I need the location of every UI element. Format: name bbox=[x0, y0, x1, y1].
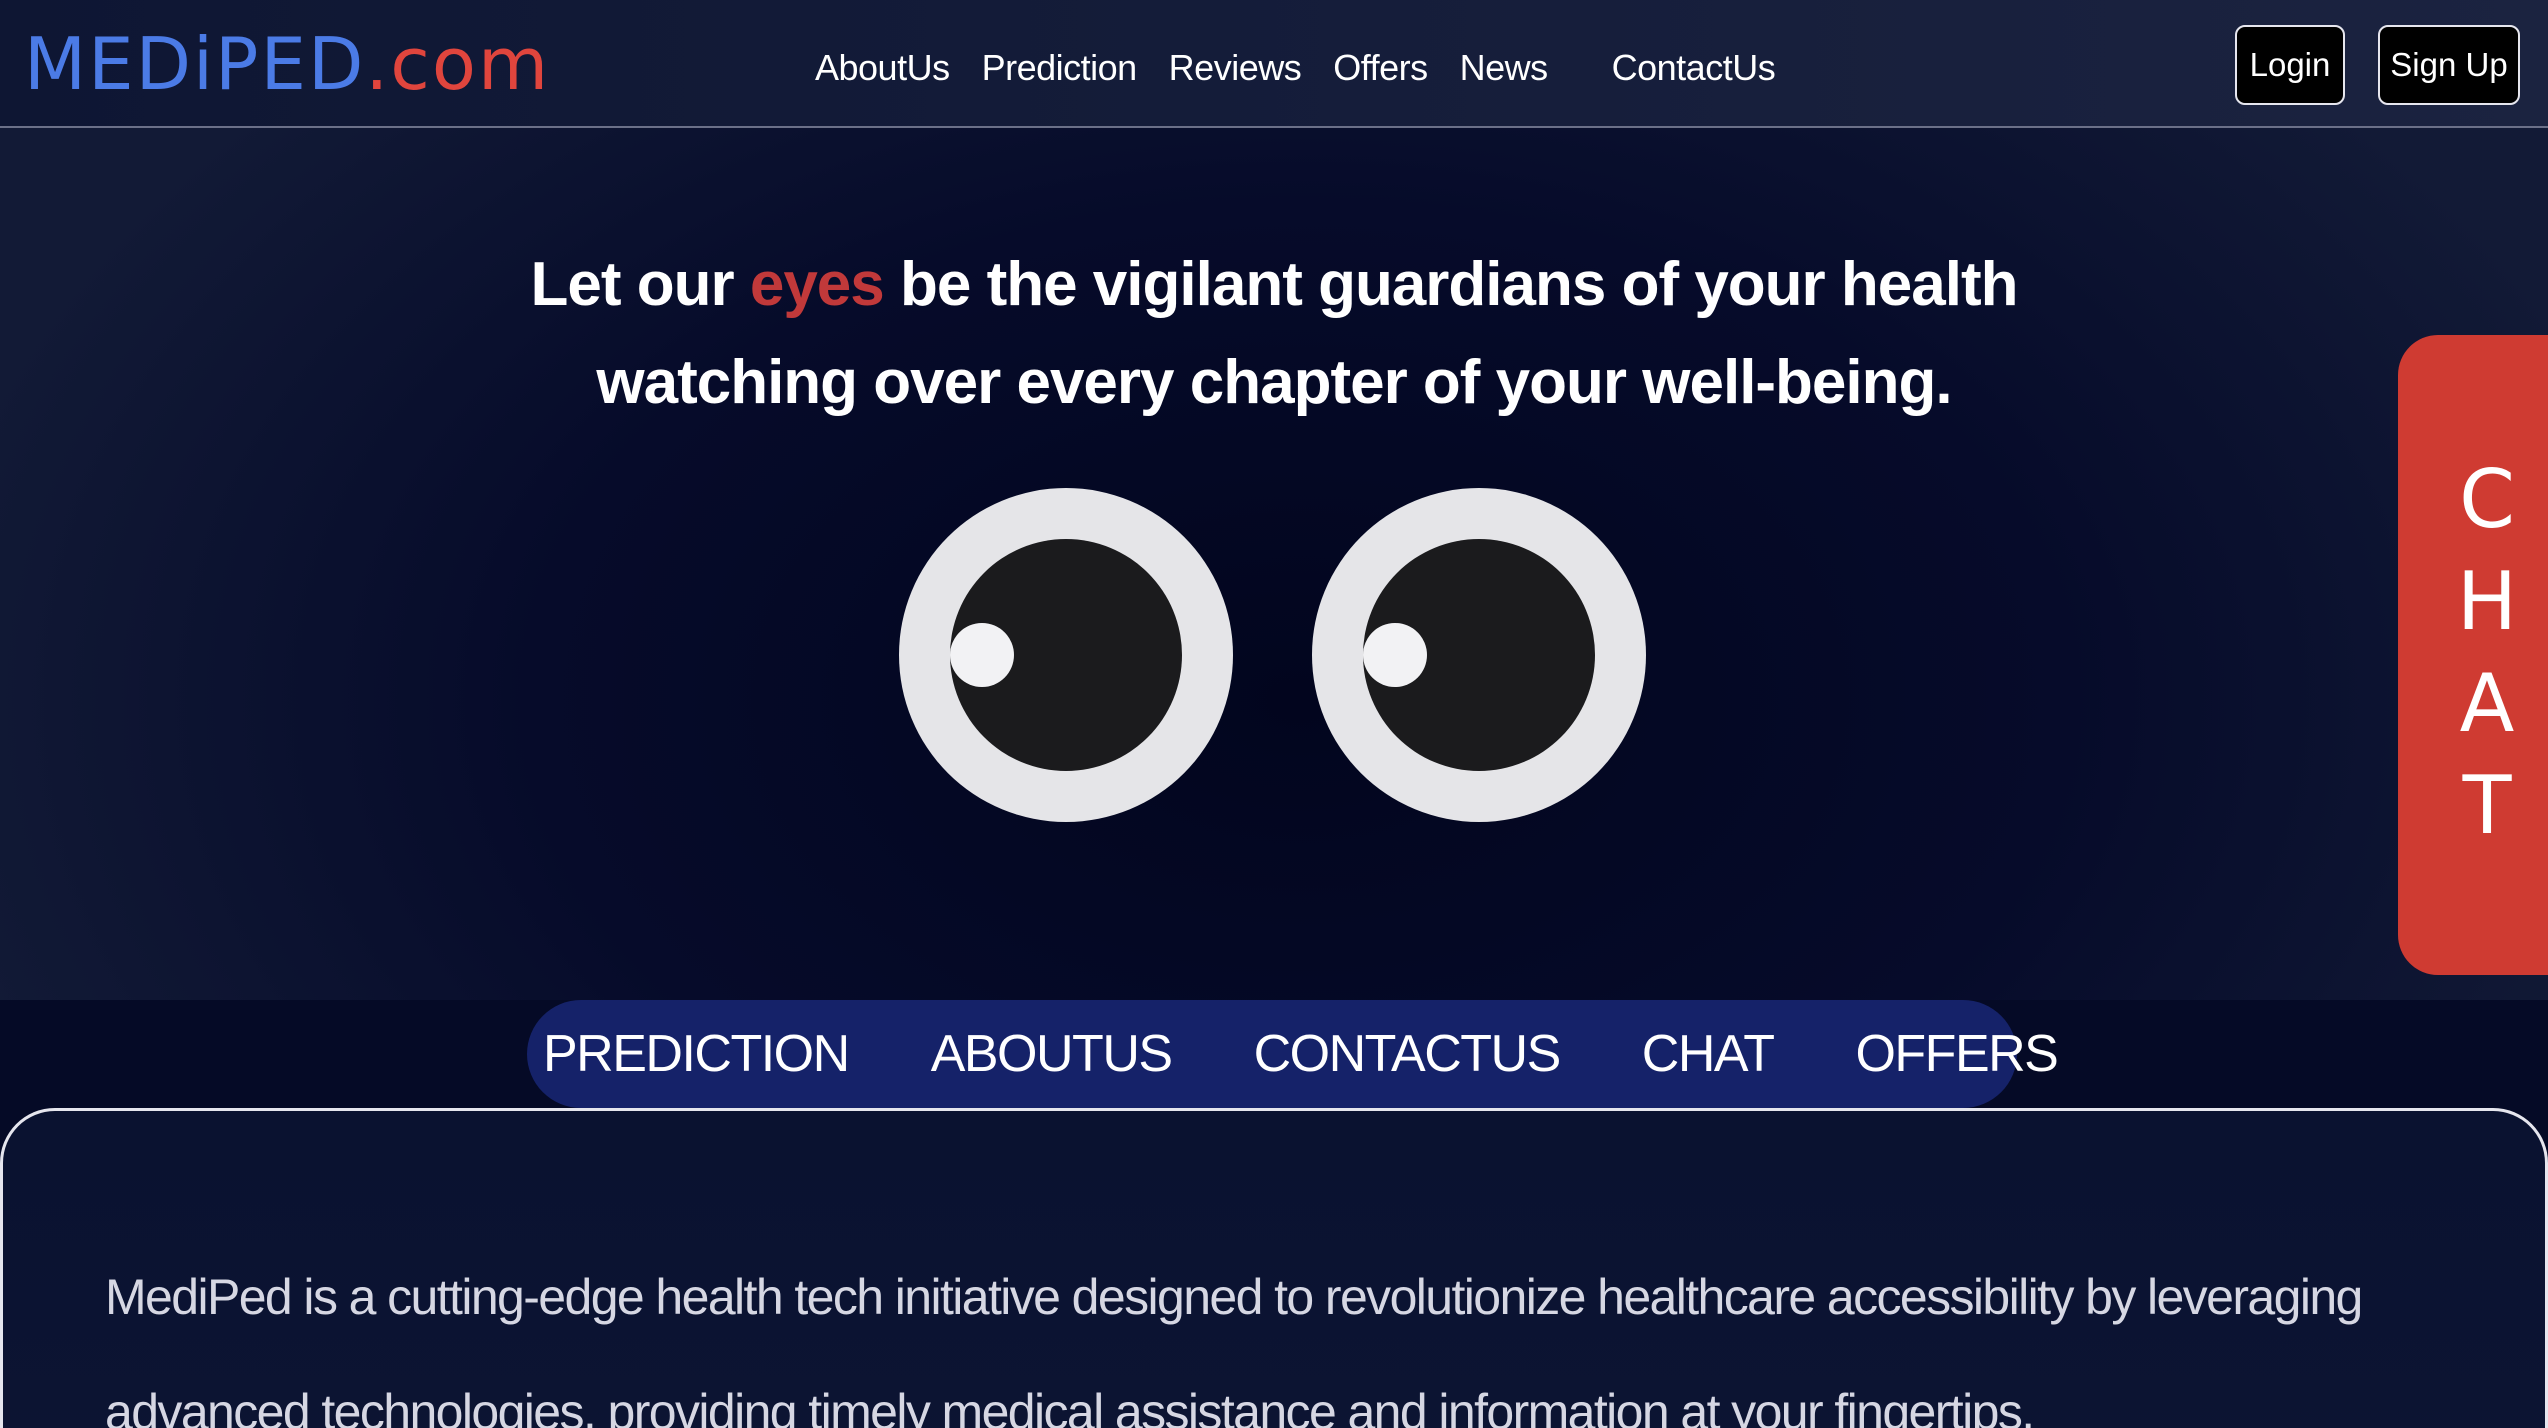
eye-glint bbox=[950, 623, 1014, 687]
nav-link-news[interactable]: News bbox=[1460, 47, 1549, 89]
chat-side-tab[interactable]: C H A T bbox=[2398, 335, 2548, 975]
nav-link-prediction[interactable]: Prediction bbox=[982, 47, 1138, 89]
logo-brand: MEDiPED bbox=[24, 22, 366, 106]
section-nav-pill: PREDICTION ABOUTUS CONTACTUS CHAT OFFERS bbox=[527, 1000, 2059, 1108]
eye-glint bbox=[1363, 623, 1427, 687]
logo-tld: .com bbox=[365, 22, 551, 106]
chat-letter: H bbox=[2456, 555, 2518, 648]
eye-icon bbox=[1312, 488, 1646, 822]
about-description: MediPed is a cutting-edge health tech in… bbox=[105, 1269, 2363, 1428]
headline-text-start: Let our bbox=[530, 250, 750, 319]
pill-item-prediction[interactable]: PREDICTION bbox=[543, 1024, 850, 1084]
headline-accent-eyes: eyes bbox=[749, 250, 885, 319]
signup-button[interactable]: Sign Up bbox=[2378, 25, 2520, 105]
hero-headline: Let our eyes be the vigilant guardians o… bbox=[0, 236, 2548, 432]
main-nav: AboutUs Prediction Reviews Offers News C… bbox=[815, 40, 1776, 96]
hero-background bbox=[0, 0, 2548, 1000]
site-logo[interactable]: MEDiPED.com bbox=[24, 24, 550, 104]
chat-letter: C bbox=[2459, 453, 2515, 546]
navbar: MEDiPED.com AboutUs Prediction Reviews O… bbox=[0, 0, 2548, 128]
pill-item-aboutus[interactable]: ABOUTUS bbox=[931, 1024, 1173, 1084]
chat-letter: A bbox=[2459, 657, 2515, 750]
pill-item-chat[interactable]: CHAT bbox=[1642, 1024, 1775, 1084]
eye-pupil bbox=[950, 539, 1182, 771]
nav-link-reviews[interactable]: Reviews bbox=[1169, 47, 1302, 89]
pill-item-contactus[interactable]: CONTACTUS bbox=[1254, 1024, 1562, 1084]
nav-link-offers[interactable]: Offers bbox=[1333, 47, 1428, 89]
headline-line-2: watching over every chapter of your well… bbox=[596, 348, 1952, 417]
eye-icon bbox=[899, 488, 1233, 822]
chat-letter: T bbox=[2462, 759, 2512, 852]
headline-text-end: be the vigilant guardians of your health bbox=[883, 250, 2018, 319]
nav-link-aboutus[interactable]: AboutUs bbox=[815, 47, 950, 89]
nav-link-contactus[interactable]: ContactUs bbox=[1612, 47, 1776, 89]
eye-pupil bbox=[1363, 539, 1595, 771]
pill-item-offers[interactable]: OFFERS bbox=[1855, 1024, 2058, 1084]
login-button[interactable]: Login bbox=[2235, 25, 2345, 105]
